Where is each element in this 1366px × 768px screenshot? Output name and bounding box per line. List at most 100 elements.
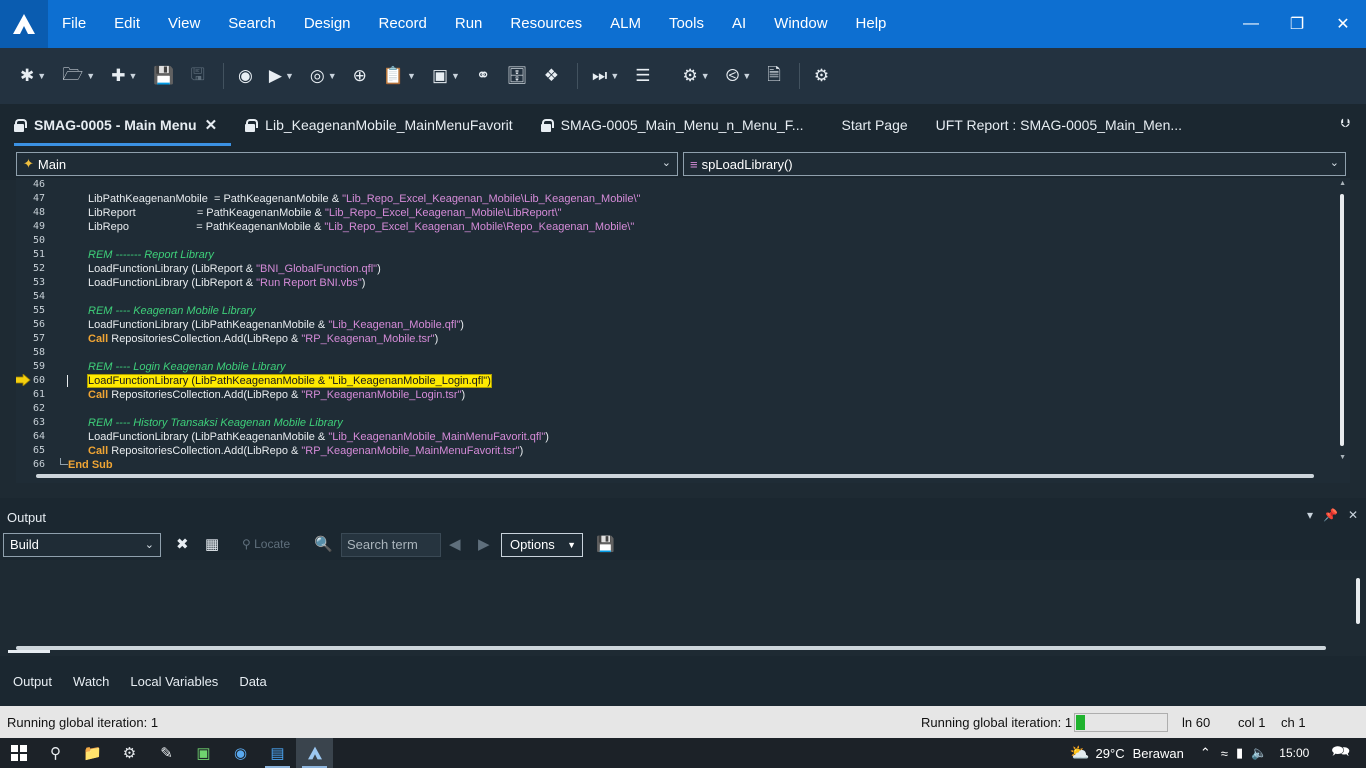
code-line[interactable]: 56 LoadFunctionLibrary (LibPathKeagenanMo… — [16, 318, 1336, 332]
search-icon[interactable]: 🔍 — [314, 535, 333, 553]
battery-icon[interactable]: ▮ — [1236, 745, 1243, 761]
powerbi-icon[interactable]: ▤ — [259, 738, 296, 768]
code-editor[interactable]: 46 47 LibPathKeagenanMobile = PathKeagenan… — [16, 178, 1350, 483]
code-line[interactable]: 57 Call RepositoriesCollection.Add(LibRep… — [16, 332, 1336, 346]
code-line[interactable]: 58 — [16, 346, 1336, 360]
options-button[interactable]: Options ▼ — [501, 533, 583, 557]
code-line[interactable]: 47 LibPathKeagenanMobile = PathKeagenanMo… — [16, 192, 1336, 206]
menu-item-help[interactable]: Help — [842, 0, 901, 48]
search-next-icon[interactable]: ▶ — [478, 535, 490, 553]
bottom-tab-output[interactable]: Output — [5, 649, 60, 689]
code-line[interactable]: 59 REM ---- Login Keagenan Mobile Library — [16, 360, 1336, 374]
open-folder-icon[interactable]: 🗁 ▼ — [56, 60, 101, 92]
vysor-icon[interactable]: ▣ — [185, 738, 222, 768]
notification-icon[interactable]: 🗪 — [1331, 741, 1350, 766]
menu-item-ai[interactable]: AI — [718, 0, 760, 48]
share-icon[interactable]: ⧀ ▼ — [720, 60, 758, 92]
settings-icon[interactable]: ⚙ ▼ — [677, 60, 716, 92]
network-tool-icon[interactable]: ⚙ — [111, 738, 148, 768]
new-icon[interactable]: ✱ ▼ — [14, 60, 52, 92]
windows-start-icon[interactable] — [0, 738, 37, 768]
locate-button[interactable]: ⚲ Locate — [242, 537, 290, 551]
menu-item-design[interactable]: Design — [290, 0, 365, 48]
menu-item-tools[interactable]: Tools — [655, 0, 718, 48]
restore-icon[interactable]: ❐ — [1274, 0, 1320, 48]
tab-document[interactable]: UFT Report : SMAG-0005_Main_Men... — [922, 104, 1196, 146]
save-output-icon[interactable]: 💾 — [596, 535, 615, 553]
scroll-down-icon[interactable]: ▼ — [1339, 454, 1346, 461]
weather-temperature[interactable]: 29°C — [1096, 746, 1125, 761]
horizontal-scrollbar[interactable] — [36, 474, 1314, 478]
menu-item-edit[interactable]: Edit — [100, 0, 154, 48]
output-vertical-scrollbar[interactable] — [1356, 578, 1360, 624]
pin-icon[interactable]: 📌 — [1323, 508, 1338, 522]
search-icon[interactable]: ⚲ — [37, 738, 74, 768]
code-line[interactable]: 49 LibRepo = PathKeagenanMobile & "Lib_Re… — [16, 220, 1336, 234]
clock[interactable]: 15:00 — [1279, 746, 1309, 760]
record-mode-icon[interactable]: ◎ ▼ — [304, 60, 343, 92]
code-line[interactable]: 54 — [16, 290, 1336, 304]
options-sliders-icon[interactable]: ⚙ — [808, 60, 835, 92]
word-wrap-icon[interactable]: ▦ — [205, 535, 219, 553]
close-icon[interactable]: ✕ — [1320, 0, 1366, 48]
tab-document[interactable]: Start Page — [827, 104, 921, 146]
code-line[interactable]: 63 REM ---- History Transaksi Keagenan Mo… — [16, 416, 1336, 430]
ai-inspect-icon[interactable]: ⚭ — [470, 60, 496, 92]
menu-item-run[interactable]: Run — [441, 0, 497, 48]
menu-item-resources[interactable]: Resources — [496, 0, 596, 48]
uft-app-icon[interactable] — [296, 738, 333, 768]
tab-close-icon[interactable]: ✕ — [205, 116, 218, 134]
code-line[interactable]: 66 End Sub — [16, 458, 1336, 472]
bottom-tab-watch[interactable]: Watch — [65, 674, 117, 689]
run-icon[interactable]: ▶ ▼ — [263, 60, 300, 92]
code-line[interactable]: 52 LoadFunctionLibrary (LibReport & "BNI_… — [16, 262, 1336, 276]
search-input[interactable]: Search term — [341, 533, 441, 557]
vertical-scrollbar[interactable] — [1340, 194, 1344, 446]
code-line[interactable]: 64 LoadFunctionLibrary (LibPathKeagenanMo… — [16, 430, 1336, 444]
report-icon[interactable]: 🗎 — [761, 60, 787, 92]
menu-item-window[interactable]: Window — [760, 0, 841, 48]
output-source-select[interactable]: Build ⌄ — [3, 533, 161, 557]
browser-icon[interactable]: ◉ — [222, 738, 259, 768]
code-line[interactable]: 61 Call RepositoriesCollection.Add(LibRep… — [16, 388, 1336, 402]
minimize-icon[interactable]: — — [1228, 0, 1274, 48]
checkpoint-icon[interactable]: 📋 ▼ — [377, 60, 422, 92]
step-icon[interactable]: ❖ — [538, 60, 565, 92]
pane-menu-icon[interactable]: ▾ — [1307, 508, 1313, 522]
save-icon[interactable]: 💾 — [147, 60, 180, 92]
menu-item-view[interactable]: View — [154, 0, 214, 48]
code-line[interactable]: 53 LoadFunctionLibrary (LibReport & "Run … — [16, 276, 1336, 290]
code-line[interactable]: 65 Call RepositoriesCollection.Add(LibRep… — [16, 444, 1336, 458]
bottom-tab-local-variables[interactable]: Local Variables — [122, 674, 226, 689]
tab-document[interactable]: SMAG-0005 - Main Menu ✕ — [0, 104, 232, 146]
code-line[interactable]: 60 LoadFunctionLibrary (LibPathKeagenanMo… — [16, 374, 1336, 388]
menu-item-file[interactable]: File — [48, 0, 100, 48]
save-all-icon[interactable]: 🖫 — [185, 60, 211, 92]
object-spy-icon[interactable]: ⊕ — [347, 60, 373, 92]
record-icon[interactable]: ◉ — [232, 60, 259, 92]
archive-icon[interactable]: 🗄 — [500, 60, 534, 92]
weather-description[interactable]: Berawan — [1133, 746, 1184, 761]
volume-icon[interactable]: 🔈 — [1251, 745, 1267, 761]
clear-output-icon[interactable]: ✖ — [176, 535, 189, 553]
function-dropdown[interactable]: ≡ spLoadLibrary() ⌄ — [683, 152, 1346, 176]
code-line[interactable]: 48 LibReport = PathKeagenanMobile & "Lib_… — [16, 206, 1336, 220]
output-horizontal-scrollbar[interactable] — [16, 646, 1326, 650]
menu-item-record[interactable]: Record — [365, 0, 441, 48]
add-icon[interactable]: ✚ ▼ — [105, 60, 143, 92]
run-from-step-icon[interactable]: ⏭ ▼ — [586, 60, 625, 92]
tray-chevron-up-icon[interactable]: ⌃ — [1200, 745, 1211, 761]
scope-dropdown[interactable]: ✦ Main ⌄ — [16, 152, 678, 176]
code-line[interactable]: 50 — [16, 234, 1336, 248]
wifi-icon[interactable]: ≈ — [1221, 746, 1228, 761]
tabs-overflow-icon[interactable]: ⮋ — [1341, 116, 1350, 131]
menu-item-search[interactable]: Search — [214, 0, 290, 48]
code-line[interactable]: 51 REM ------- Report Library — [16, 248, 1336, 262]
bottom-tab-data[interactable]: Data — [231, 674, 274, 689]
terminal-icon[interactable]: ✎ — [148, 738, 185, 768]
code-line[interactable]: 46 — [16, 178, 1336, 192]
file-explorer-icon[interactable]: 📁 — [74, 738, 111, 768]
output-area[interactable] — [0, 560, 1366, 656]
tab-document[interactable]: Lib_KeagenanMobile_MainMenuFavorit — [231, 104, 527, 146]
search-previous-icon[interactable]: ◀ — [449, 535, 461, 553]
